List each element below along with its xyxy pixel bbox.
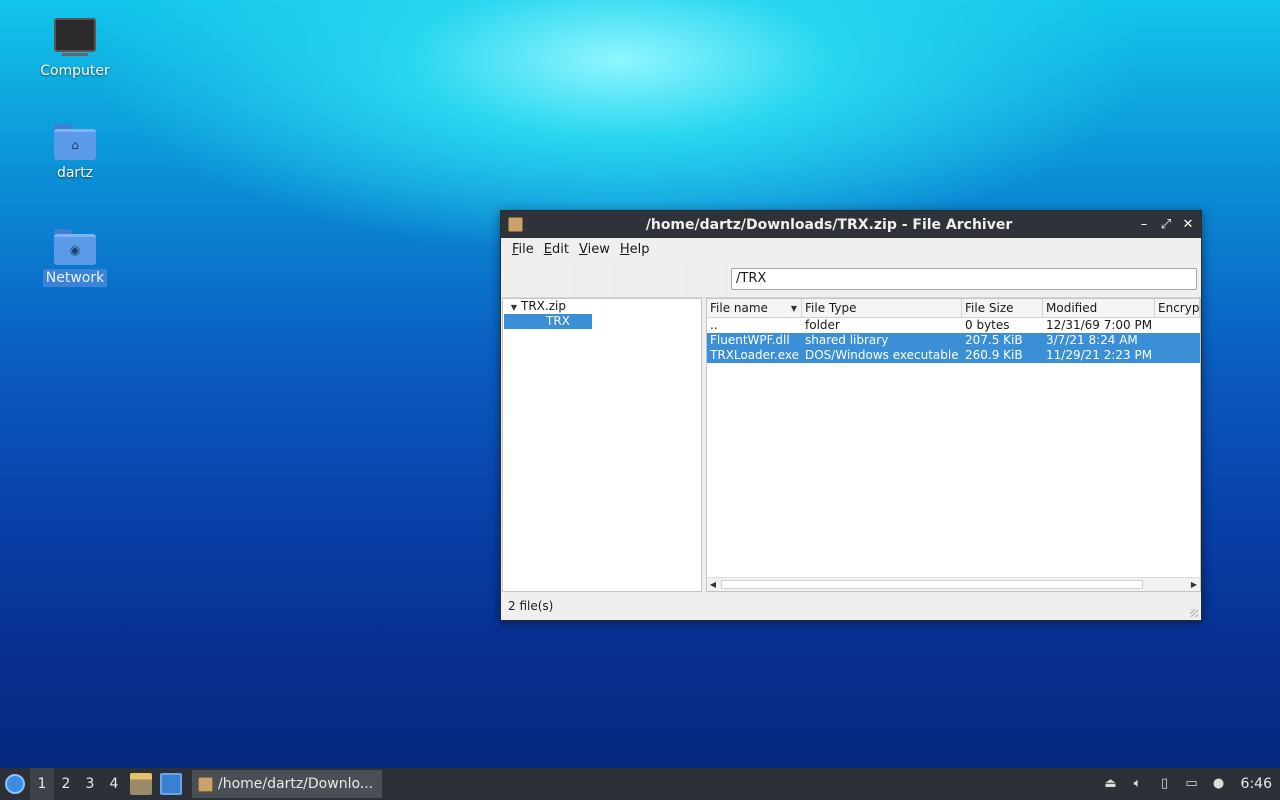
menu-help[interactable]: Help [615, 242, 655, 257]
desktop-icon-label: Network [42, 269, 108, 287]
horizontal-scrollbar[interactable]: ◀ ▶ [707, 577, 1200, 591]
location-input[interactable]: /TRX [731, 268, 1197, 290]
taskbar: 1 2 3 4 /home/dartz/Downlo... ⏏ 🔈︎ ▯ ▭ ●… [0, 768, 1280, 800]
network-icon[interactable]: ▭ [1183, 775, 1201, 793]
show-desktop-icon[interactable] [160, 773, 182, 795]
tree-item-label: TRX.zip [521, 299, 566, 313]
toolbar-button-up[interactable] [689, 266, 727, 292]
desktop-icon-dartz[interactable]: ⌂ dartz [35, 124, 115, 182]
cell-encrypted [1155, 348, 1200, 363]
expand-arrow-icon[interactable]: ▼ [507, 300, 521, 315]
workspace-3[interactable]: 3 [78, 768, 102, 800]
window-title: /home/dartz/Downloads/TRX.zip - File Arc… [645, 216, 1013, 233]
cell-name: TRXLoader.exe [710, 348, 799, 362]
archive-app-icon [198, 776, 213, 792]
eject-icon[interactable]: ⏏ [1102, 775, 1120, 793]
table-row[interactable]: FluentWPF.dll shared library 207.5 KiB 3… [707, 333, 1200, 348]
table-row[interactable]: .. folder 0 bytes 12/31/69 7:00 PM [707, 318, 1200, 333]
tree-item-label: TRX [504, 314, 592, 329]
column-header-file-type[interactable]: File Type [802, 299, 962, 317]
list-header: File name ▼ File Type File Size Modified … [707, 299, 1200, 318]
taskbar-task-file-archiver[interactable]: /home/dartz/Downlo... [192, 770, 382, 798]
toolbar-button-add[interactable] [617, 266, 687, 292]
cell-type: DOS/Windows executable [805, 348, 959, 362]
tree-item-trx[interactable]: TRX [503, 314, 701, 329]
column-header-file-size[interactable]: File Size [962, 299, 1043, 317]
menu-view[interactable]: View [574, 242, 615, 257]
menu-file[interactable]: File [507, 242, 539, 257]
cell-size: 207.5 KiB [965, 333, 1023, 347]
cell-size: 0 bytes [965, 318, 1010, 332]
content-area: ▼ TRX.zip TRX File name ▼ File Type File S… [501, 298, 1201, 592]
status-text: 2 file(s) [508, 599, 554, 613]
cell-modified: 3/7/21 8:24 AM [1046, 333, 1138, 347]
scroll-right-icon[interactable]: ▶ [1188, 578, 1200, 591]
task-label: /home/dartz/Downlo... [218, 776, 374, 792]
workspace-1[interactable]: 1 [30, 768, 54, 800]
cell-type: folder [805, 318, 840, 332]
cell-modified: 12/31/69 7:00 PM [1046, 318, 1153, 332]
menu-edit[interactable]: Edit [539, 242, 574, 257]
table-row[interactable]: TRXLoader.exe DOS/Windows executable 260… [707, 348, 1200, 363]
desktop-icon-label: dartz [56, 165, 94, 181]
resize-grip-icon[interactable] [1190, 609, 1198, 617]
scroll-left-icon[interactable]: ◀ [707, 578, 719, 591]
column-header-file-name[interactable]: File name ▼ [707, 299, 802, 317]
clock[interactable]: 6:46 [1241, 776, 1272, 792]
toolbar-button-extract[interactable] [577, 266, 615, 292]
start-logo-icon [5, 774, 25, 794]
tree-item-root[interactable]: ▼ TRX.zip [503, 299, 701, 314]
file-archiver-window: /home/dartz/Downloads/TRX.zip - File Arc… [500, 210, 1202, 621]
close-button[interactable]: ✕ [1181, 217, 1195, 232]
desktop-icon-computer[interactable]: Computer [35, 18, 115, 80]
system-tray: ⏏ 🔈︎ ▯ ▭ ● 6:46 [1102, 775, 1280, 793]
toolbar-button-new[interactable] [505, 266, 575, 292]
scrollbar-thumb[interactable] [721, 580, 1143, 589]
workspace-2[interactable]: 2 [54, 768, 78, 800]
sort-arrow-icon: ▼ [790, 304, 797, 313]
maximize-button[interactable]: ⤢ [1159, 217, 1173, 232]
minimize-button[interactable]: – [1137, 217, 1151, 232]
computer-icon [54, 18, 96, 56]
cell-size: 260.9 KiB [965, 348, 1023, 362]
volume-icon[interactable]: 🔈︎ [1129, 775, 1147, 793]
archive-app-icon [508, 217, 523, 232]
column-header-encrypted[interactable]: Encrypt [1155, 299, 1200, 317]
cell-name: .. [710, 318, 718, 332]
toolbar: /TRX [501, 260, 1201, 298]
network-folder-icon: ◉ [54, 229, 96, 265]
window-titlebar[interactable]: /home/dartz/Downloads/TRX.zip - File Arc… [501, 211, 1201, 238]
status-bar: 2 file(s) [501, 592, 1201, 620]
file-manager-launcher-icon[interactable] [130, 773, 152, 795]
file-list: File name ▼ File Type File Size Modified … [706, 298, 1201, 592]
cell-encrypted [1155, 318, 1200, 333]
home-folder-icon: ⌂ [54, 124, 96, 160]
cell-name: FluentWPF.dll [710, 333, 790, 347]
workspace-4[interactable]: 4 [102, 768, 126, 800]
folder-tree: ▼ TRX.zip TRX [502, 298, 702, 592]
notification-icon[interactable]: ● [1210, 775, 1228, 793]
cell-encrypted [1155, 333, 1200, 348]
start-menu-button[interactable] [0, 768, 30, 800]
clipboard-icon[interactable]: ▯ [1156, 775, 1174, 793]
desktop-icon-network[interactable]: ◉ Network [35, 229, 115, 287]
cell-type: shared library [805, 333, 889, 347]
column-header-modified[interactable]: Modified [1043, 299, 1155, 317]
menubar: File Edit View Help [501, 238, 1201, 260]
cell-modified: 11/29/21 2:23 PM [1046, 348, 1153, 362]
desktop-icon-label: Computer [40, 63, 110, 79]
